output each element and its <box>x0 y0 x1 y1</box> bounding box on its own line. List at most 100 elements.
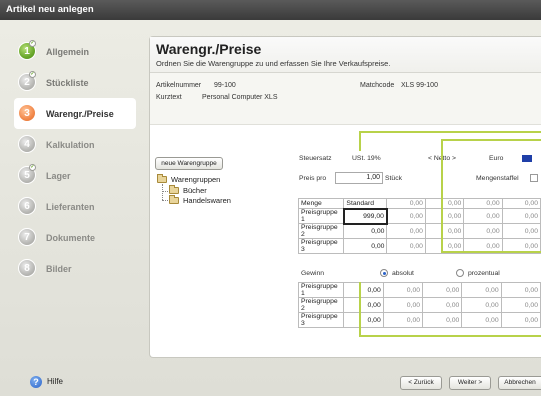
table-row: Preisgruppe 1 999,00 0,00 0,00 0,00 0,00 <box>297 207 541 225</box>
gewinn-cell[interactable]: 0,00 <box>500 282 541 298</box>
wizard-steps: 1 ✓ Allgemein 2 ✓ Stückliste 3 Warengr./… <box>14 36 144 284</box>
price-cell[interactable]: 0,00 <box>463 208 503 224</box>
back-button[interactable]: < Zurück <box>400 376 442 390</box>
next-button[interactable]: Weiter > <box>449 376 491 390</box>
step-stueckliste[interactable]: 2 ✓ Stückliste <box>18 67 144 98</box>
kurztext-label: Kurztext <box>156 94 182 101</box>
gewinn-cell[interactable]: 0,00 <box>382 297 424 313</box>
price-cell[interactable]: 0,00 <box>386 198 426 209</box>
prozentual-radio[interactable] <box>456 269 464 277</box>
table-row: Preisgruppe 2 0,00 0,00 0,00 0,00 0,00 <box>297 223 541 239</box>
tree-item-handelswaren[interactable]: Handelswaren <box>169 195 231 205</box>
tree-connector <box>162 184 163 200</box>
window-title: Artikel neu anlegen <box>0 0 541 20</box>
eu-flag-icon <box>522 155 532 162</box>
kurztext-value: Personal Computer XLS <box>202 94 278 101</box>
matchcode-label: Matchcode <box>360 82 395 89</box>
gewinn-cell[interactable]: 0,00 <box>343 282 384 298</box>
row-label: Preisgruppe 2 <box>297 223 345 239</box>
price-cell[interactable]: 0,00 <box>463 223 503 239</box>
step-allgemein[interactable]: 1 ✓ Allgemein <box>18 36 144 67</box>
price-cell[interactable]: 0,00 <box>386 238 426 254</box>
step-number: 3 <box>18 104 36 122</box>
gewinn-cell[interactable]: 0,00 <box>500 297 541 313</box>
prozentual-label: prozentual <box>468 270 500 277</box>
price-cell[interactable]: 0,00 <box>501 223 541 239</box>
menge-header: Menge <box>297 198 345 209</box>
step-label: Warengr./Preise <box>46 108 114 119</box>
row-label: Preisgruppe 3 <box>297 312 345 328</box>
folder-icon <box>169 195 179 204</box>
price-cell[interactable]: 0,00 <box>343 223 388 239</box>
price-cell[interactable]: 0,00 <box>424 198 465 209</box>
callout-line <box>359 131 361 151</box>
price-cell[interactable]: 0,00 <box>424 223 465 239</box>
gewinn-cell[interactable]: 0,00 <box>382 312 424 328</box>
page-title: Warengr./Preise <box>156 41 262 57</box>
steuersatz-label: Steuersatz <box>299 155 332 162</box>
row-label: Preisgruppe 2 <box>297 297 345 313</box>
step-dokumente[interactable]: 7 Dokumente <box>18 222 144 253</box>
price-cell[interactable]: 0,00 <box>386 208 426 224</box>
tree-connector <box>162 200 168 201</box>
price-cell[interactable]: 0,00 <box>501 198 541 209</box>
steuersatz-value[interactable]: USt. 19% <box>352 155 381 162</box>
gewinn-cell[interactable]: 0,00 <box>422 312 463 328</box>
help-label[interactable]: Hilfe <box>47 377 63 386</box>
price-cell[interactable]: 0,00 <box>501 208 541 224</box>
matchcode-value: XLS 99-100 <box>401 82 438 89</box>
row-label: Preisgruppe 1 <box>297 282 345 298</box>
price-cell-selected[interactable]: 999,00 <box>342 207 388 225</box>
step-warengr-preise[interactable]: 3 Warengr./Preise <box>14 98 136 129</box>
table-row: Preisgruppe 2 0,00 0,00 0,00 0,00 0,00 <box>297 297 541 313</box>
standard-header: Standard <box>343 198 388 209</box>
mengenstaffel-checkbox[interactable] <box>530 174 538 182</box>
step-label: Bilder <box>46 263 72 274</box>
absolut-radio[interactable] <box>380 269 388 277</box>
step-label: Kalkulation <box>46 139 95 150</box>
callout-line <box>359 335 541 337</box>
step-lager[interactable]: 5 ✓ Lager <box>18 160 144 191</box>
tree-item-buecher[interactable]: Bücher <box>169 185 207 195</box>
gewinn-table: Preisgruppe 1 0,00 0,00 0,00 0,00 0,00 P… <box>297 282 541 328</box>
tree-root-label: Warengruppen <box>171 175 221 184</box>
step-number: 7 <box>18 228 36 246</box>
preis-pro-input[interactable]: 1,00 <box>335 172 383 184</box>
folder-icon <box>169 185 179 194</box>
absolut-label: absolut <box>392 270 414 277</box>
step-label: Allgemein <box>46 46 90 57</box>
callout-line <box>441 139 443 253</box>
gewinn-cell[interactable]: 0,00 <box>500 312 541 328</box>
tree-root[interactable]: Warengruppen <box>157 174 221 184</box>
step-lieferanten[interactable]: 6 Lieferanten <box>18 191 144 222</box>
gewinn-cell[interactable]: 0,00 <box>422 297 463 313</box>
gewinn-cell[interactable]: 0,00 <box>343 297 384 313</box>
price-cell[interactable]: 0,00 <box>343 238 388 254</box>
gewinn-cell[interactable]: 0,00 <box>461 282 502 298</box>
step-label: Stückliste <box>46 77 89 88</box>
step-kalkulation[interactable]: 4 Kalkulation <box>18 129 144 160</box>
new-warengruppe-button[interactable]: neue Warengruppe <box>155 157 223 170</box>
price-cell[interactable]: 0,00 <box>386 223 426 239</box>
gewinn-cell[interactable]: 0,00 <box>461 312 502 328</box>
help-icon[interactable]: ? <box>30 376 42 388</box>
preis-pro-label: Preis pro <box>299 175 327 182</box>
tree-item-label: Handelswaren <box>183 196 231 205</box>
cancel-button[interactable]: Abbrechen <box>498 376 541 390</box>
gewinn-cell[interactable]: 0,00 <box>422 282 463 298</box>
step-number: 6 <box>18 197 36 215</box>
step-bilder[interactable]: 8 Bilder <box>18 253 144 284</box>
mengenstaffel-label: Mengenstaffel <box>476 175 519 182</box>
price-cell[interactable]: 0,00 <box>424 208 465 224</box>
gewinn-cell[interactable]: 0,00 <box>382 282 424 298</box>
price-cell[interactable]: 0,00 <box>463 198 503 209</box>
tree-connector <box>162 191 168 192</box>
gewinn-cell[interactable]: 0,00 <box>343 312 384 328</box>
callout-line <box>359 131 541 133</box>
callout-line <box>359 282 361 337</box>
gewinn-cell[interactable]: 0,00 <box>461 297 502 313</box>
article-info: Artikelnummer 99-100 Kurztext Personal C… <box>150 73 541 125</box>
main-panel: Warengr./Preise Ordnen Sie die Warengrup… <box>149 36 541 358</box>
check-icon: ✓ <box>29 40 36 47</box>
step-number: 8 <box>18 259 36 277</box>
